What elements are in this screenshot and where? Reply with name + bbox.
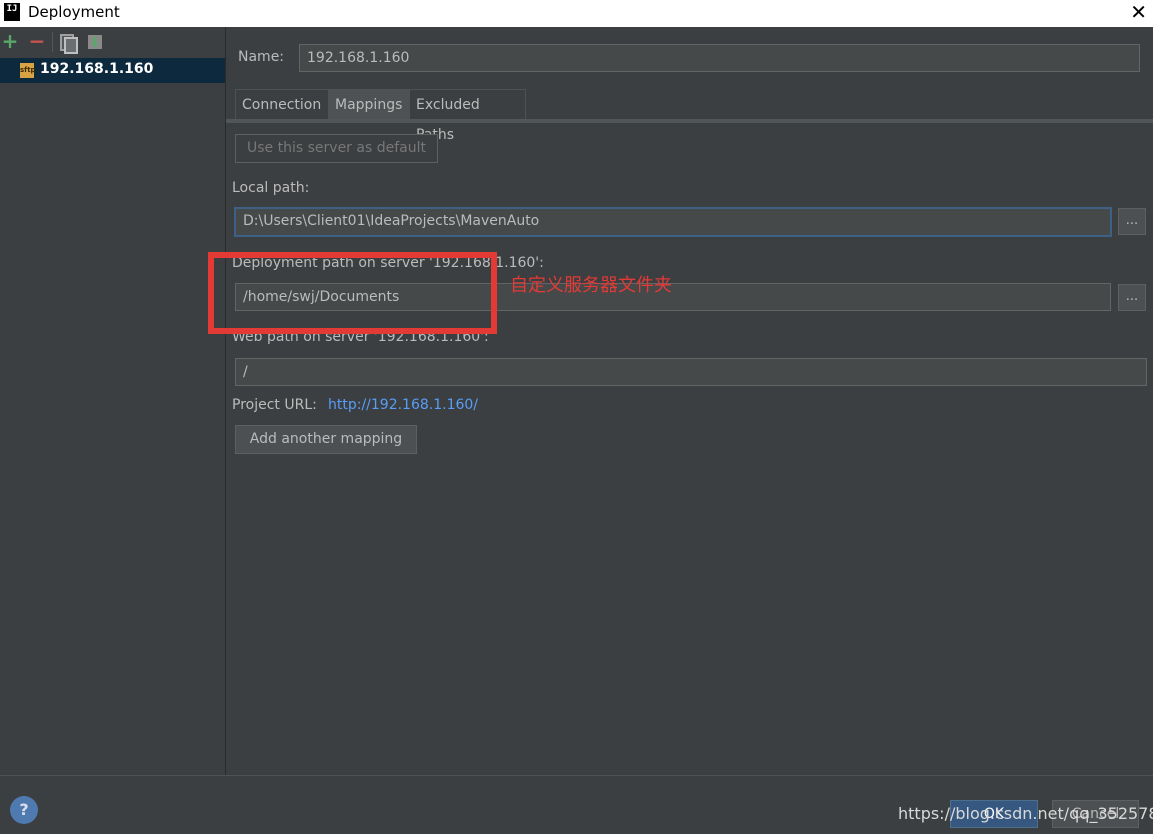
toolbar-divider [52, 32, 53, 52]
import-server-icon[interactable]: ⬇ [85, 31, 105, 53]
add-server-icon[interactable]: + [0, 31, 20, 53]
server-list-item-label: 192.168.1.160 [40, 61, 154, 77]
project-url-link[interactable]: http://192.168.1.160/ [328, 397, 478, 413]
sftp-server-icon: sftp [20, 63, 36, 78]
ok-button[interactable]: OK [950, 800, 1038, 828]
local-path-label: Local path: [232, 180, 310, 196]
deployment-path-field[interactable]: /home/swj/Documents [235, 283, 1111, 311]
use-as-default-button[interactable]: Use this server as default [235, 134, 438, 163]
window-title: Deployment [28, 3, 120, 21]
dialog-footer: ? OK Cancel https://blog.csdn.net/qq_352… [0, 775, 1153, 834]
help-icon[interactable]: ? [10, 796, 38, 824]
server-settings-panel: Name: 192.168.1.160 Connection Mappings … [226, 27, 1153, 775]
server-list-panel: + − ⬇ sftp 192.168.1.160 [0, 27, 226, 775]
intellij-app-icon: IJ [4, 3, 20, 21]
browse-deployment-path-button[interactable]: ... [1118, 284, 1146, 311]
name-label: Name: [238, 49, 285, 65]
server-name-field[interactable]: 192.168.1.160 [299, 44, 1140, 72]
server-list-item[interactable]: sftp 192.168.1.160 [0, 58, 225, 83]
deployment-path-label: Deployment path on server '192.168.1.160… [232, 255, 544, 271]
server-toolbar: + − ⬇ [0, 27, 225, 57]
cancel-button[interactable]: Cancel [1052, 800, 1139, 828]
title-bar: IJ Deployment ✕ [0, 0, 1153, 27]
browse-local-path-button[interactable]: ... [1118, 208, 1146, 235]
local-path-field[interactable]: D:\Users\Client01\IdeaProjects\MavenAuto [234, 207, 1112, 237]
annotation-text: 自定义服务器文件夹 [510, 275, 672, 296]
tab-excluded-paths[interactable]: Excluded Paths [409, 89, 526, 143]
tab-connection[interactable]: Connection [235, 89, 329, 119]
web-path-label: Web path on server '192.168.1.160': [232, 329, 489, 345]
close-icon[interactable]: ✕ [1130, 0, 1147, 24]
add-another-mapping-button[interactable]: Add another mapping [235, 425, 417, 454]
project-url-label: Project URL: [232, 397, 317, 413]
tab-divider [226, 119, 1153, 123]
remove-server-icon[interactable]: − [27, 31, 47, 53]
tab-mappings[interactable]: Mappings [328, 89, 410, 119]
copy-server-icon[interactable] [57, 31, 78, 54]
web-path-field[interactable]: / [235, 358, 1147, 386]
